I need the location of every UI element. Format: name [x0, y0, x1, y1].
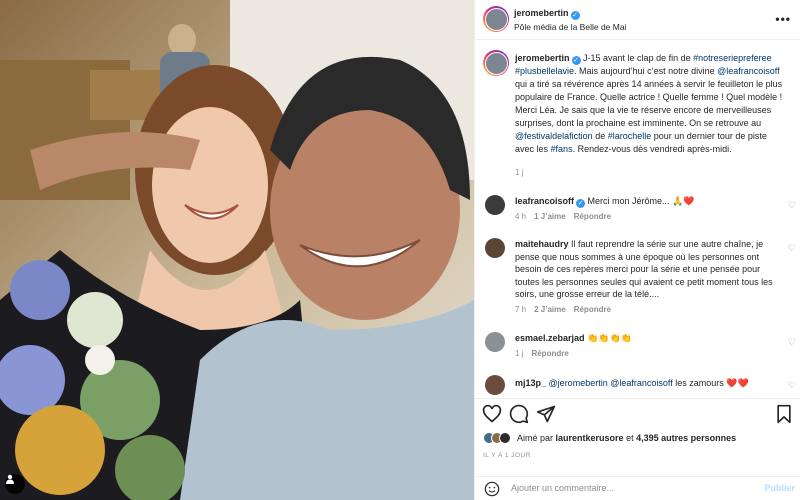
tagged-users-button[interactable] [5, 474, 25, 494]
caption-age[interactable]: 1 j [515, 168, 523, 177]
reply-button[interactable]: Répondre [531, 349, 568, 358]
comment-like-heart-icon[interactable]: ♡ [788, 337, 796, 348]
comment-item: maitehaudry Il faut reprendre la série s… [515, 238, 773, 301]
liker-avatar [499, 432, 511, 444]
commenter-avatar[interactable] [485, 238, 505, 258]
smiley-icon[interactable] [484, 481, 500, 497]
user-tag-icon [6, 474, 14, 484]
comment-text: 👏👏👏👏 [587, 333, 632, 343]
verified-badge-icon: ✓ [571, 56, 581, 65]
verified-badge-icon: ✓ [576, 199, 586, 208]
post-caption: jeromebertin ✓ J-15 avant le clap de fin … [515, 53, 783, 154]
action-bar [475, 398, 800, 428]
paper-plane-icon[interactable] [536, 404, 556, 424]
comment-username[interactable]: esmael.zebarjad [515, 333, 585, 343]
comment-input[interactable]: Ajouter un commentaire... [511, 483, 614, 493]
caption-author-avatar[interactable] [483, 50, 509, 76]
comment-text: les zamours ❤️❤️ [675, 378, 749, 388]
add-comment-bar: Ajouter un commentaire... Publier [475, 476, 800, 500]
likes-others-link[interactable]: 4,395 autres personnes [636, 433, 736, 443]
liker-username[interactable]: laurentkerusore [556, 433, 624, 443]
comment-meta: 1 j Répondre [515, 349, 569, 358]
likes-summary: Aimé par laurentkerusore et 4,395 autres… [483, 432, 736, 444]
comment-item: esmael.zebarjad 👏👏👏👏 [515, 332, 773, 345]
post-side-panel: jeromebertin ✓ Pôle média de la Belle de … [474, 0, 800, 500]
heart-icon[interactable] [482, 404, 502, 424]
mention-link[interactable]: @leafrancoisoff [610, 378, 673, 388]
commenter-avatar[interactable] [485, 195, 505, 215]
hashtag-link[interactable]: #larochelle [608, 131, 652, 141]
post-date[interactable]: IL Y A 1 JOUR [483, 452, 531, 459]
comment-username[interactable]: mj13p_ [515, 378, 546, 388]
mention-link[interactable]: @jeromebertin [549, 378, 608, 388]
hashtag-link[interactable]: #notreseriepreferee [693, 53, 772, 63]
comment-like-heart-icon[interactable]: ♡ [788, 243, 796, 254]
post-location[interactable]: Pôle média de la Belle de Mai [514, 22, 626, 32]
comment-like-heart-icon[interactable]: ♡ [788, 380, 796, 391]
comment-text: Merci mon Jérôme... 🙏❤️ [587, 196, 695, 206]
post-photo[interactable] [0, 0, 474, 500]
mention-link[interactable]: @leafrancoisoff [717, 66, 780, 76]
reply-button[interactable]: Répondre [574, 305, 611, 314]
author-avatar[interactable] [483, 6, 509, 32]
reply-button[interactable]: Répondre [574, 212, 611, 221]
comment-username[interactable]: maitehaudry [515, 239, 569, 249]
post-comment-button[interactable]: Publier [764, 483, 795, 493]
comment-like-heart-icon[interactable]: ♡ [788, 200, 796, 211]
commenter-avatar[interactable] [485, 332, 505, 352]
hashtag-link[interactable]: #fans [551, 144, 573, 154]
comment-username[interactable]: leafrancoisoff [515, 196, 574, 206]
caption-author-username[interactable]: jeromebertin [515, 53, 570, 63]
verified-badge-icon: ✓ [570, 11, 580, 20]
comment-meta: 4 h1 J’aime Répondre [515, 212, 612, 221]
comment-likes[interactable]: 1 J’aime [534, 212, 566, 221]
comment-likes[interactable]: 2 J’aime [534, 305, 566, 314]
commenter-avatar[interactable] [485, 375, 505, 395]
selfie-photo-illustration [0, 0, 474, 500]
mention-link[interactable]: @festivaldelafiction [515, 131, 593, 141]
post-header: jeromebertin ✓ Pôle média de la Belle de … [475, 0, 800, 40]
more-options-icon[interactable]: ••• [775, 12, 791, 26]
comment-item: leafrancoisoff ✓ Merci mon Jérôme... 🙏❤️ [515, 195, 773, 208]
comment-icon[interactable] [509, 404, 529, 424]
author-username[interactable]: jeromebertin [514, 8, 569, 18]
bookmark-icon[interactable] [774, 404, 794, 424]
comment-item: mj13p_ @jeromebertin @leafrancoisoff les… [515, 377, 773, 390]
comment-meta: 7 h2 J’aime Répondre [515, 305, 612, 314]
hashtag-link[interactable]: #plusbellelavie [515, 66, 574, 76]
